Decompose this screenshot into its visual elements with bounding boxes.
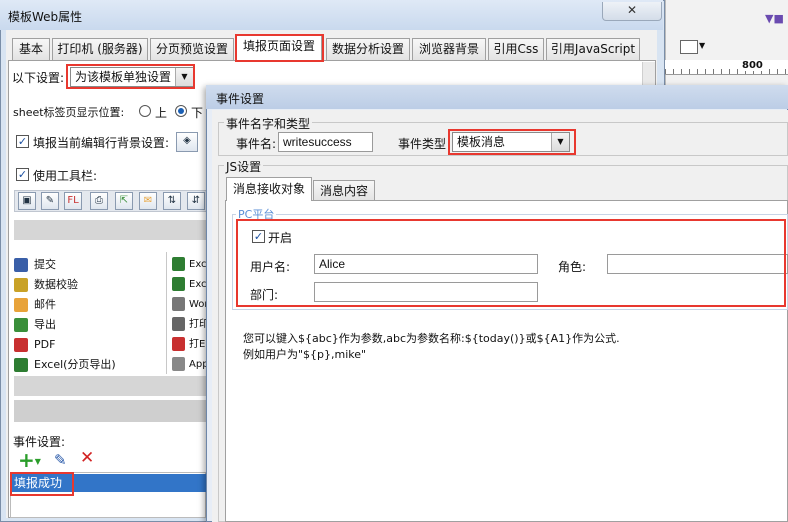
- dialog-title: 事件设置: [216, 92, 265, 106]
- list-separator: [14, 376, 210, 396]
- close-button[interactable]: ✕: [602, 2, 662, 21]
- chevron-down-icon: ▼: [551, 133, 569, 151]
- export-icon: [14, 318, 28, 332]
- use-toolbar-label: 使用工具栏:: [33, 169, 98, 183]
- tab-browser-bg[interactable]: 浏览器背景: [412, 38, 486, 60]
- username-label: 用户名:: [250, 260, 291, 274]
- save-icon[interactable]: ▣: [18, 192, 36, 210]
- insert-row-icon[interactable]: ⇅: [163, 192, 181, 210]
- column-divider: [166, 252, 167, 374]
- help-text-line2: 例如用户为"${p},mike": [243, 348, 367, 361]
- tab-fill-page[interactable]: 填报页面设置: [236, 35, 322, 61]
- list-item[interactable]: Exc: [172, 255, 207, 274]
- delete-row-icon[interactable]: ⇵: [187, 192, 205, 210]
- list-item[interactable]: 提交: [14, 255, 56, 274]
- word-icon: [172, 297, 185, 311]
- pc-group-label: PC平台: [236, 206, 277, 222]
- edit-event-button[interactable]: ✎: [54, 451, 67, 469]
- list-item[interactable]: 导出: [14, 315, 56, 334]
- enable-checkbox[interactable]: ✓: [252, 230, 265, 243]
- flash-print-icon: [172, 337, 185, 351]
- highlight-row-label: 填报当前编辑行背景设置:: [33, 136, 170, 150]
- event-list-item[interactable]: 填报成功: [11, 474, 206, 492]
- list-item[interactable]: PDF: [14, 335, 55, 354]
- radio-bottom-label: 下: [191, 106, 204, 120]
- department-label: 部门:: [250, 288, 279, 302]
- event-type-value: 模板消息: [457, 135, 506, 149]
- department-input[interactable]: [314, 282, 538, 302]
- enable-label: 开启: [268, 231, 293, 245]
- list-item[interactable]: Exc: [172, 275, 207, 294]
- save-icon: [14, 258, 28, 272]
- chevron-down-icon: ▼: [175, 68, 193, 86]
- tab-printer[interactable]: 打印机 (服务器): [52, 38, 148, 60]
- pencil-icon[interactable]: ✎: [41, 192, 59, 210]
- delete-event-button[interactable]: ✕: [80, 448, 94, 468]
- pdf-icon: [14, 338, 28, 352]
- role-label: 角色:: [558, 260, 587, 274]
- excel-icon: [172, 277, 185, 291]
- event-type-combo[interactable]: 模板消息 ▼: [452, 132, 570, 152]
- event-name-input[interactable]: writesuccess: [278, 132, 373, 152]
- name-type-group-label: 事件名字和类型: [224, 115, 313, 132]
- excel-icon: [14, 358, 28, 372]
- tab-message-content[interactable]: 消息内容: [313, 180, 375, 201]
- flash-print-icon[interactable]: FL: [64, 192, 82, 210]
- role-input[interactable]: [607, 254, 788, 274]
- list-item[interactable]: 打E: [172, 335, 205, 354]
- radio-bottom[interactable]: [175, 105, 187, 117]
- export-icon[interactable]: ⇱: [115, 192, 133, 210]
- username-input[interactable]: Alice: [314, 254, 538, 274]
- settings-combo-value: 为该模板单独设置: [75, 70, 172, 84]
- delete-icon: ✕: [80, 448, 95, 468]
- list-item[interactable]: 数据校验: [14, 275, 78, 294]
- toolbar-separator: [14, 220, 210, 240]
- event-type-label: 事件类型: [398, 137, 447, 151]
- help-text-line1: 您可以键入${abc}作为参数,abc为参数名称:${today()}或${A1…: [243, 332, 620, 345]
- mail-icon[interactable]: ✉: [139, 192, 157, 210]
- settings-label: 以下设置:: [12, 71, 65, 85]
- print-icon: [172, 317, 185, 331]
- highlight-row-checkbox[interactable]: ✓: [16, 135, 29, 148]
- applet-icon: [172, 357, 185, 371]
- tab-javascript[interactable]: 引用JavaScript: [546, 38, 640, 60]
- dropdown-icon[interactable]: ▼: [699, 41, 705, 50]
- list-item[interactable]: 打印: [172, 315, 209, 334]
- list-item[interactable]: Excel(分页导出): [14, 355, 116, 374]
- add-event-button[interactable]: +▼: [18, 448, 41, 472]
- border-style-icon[interactable]: [680, 40, 698, 54]
- main-titlebar[interactable]: [0, 0, 663, 30]
- radio-top-label: 上: [155, 106, 168, 120]
- close-icon: ✕: [626, 3, 638, 17]
- ruler: [665, 60, 788, 75]
- list-item[interactable]: App: [172, 355, 209, 374]
- list-item[interactable]: Wor: [172, 295, 209, 314]
- excel-icon: [172, 257, 185, 271]
- list-footer: [14, 400, 210, 422]
- mail-icon: [14, 298, 28, 312]
- sheet-tab-position-label: sheet标签页显示位置:: [13, 106, 125, 119]
- purple-arrow-icon[interactable]: ▼■: [765, 12, 784, 25]
- use-toolbar-checkbox[interactable]: ✓: [16, 168, 29, 181]
- event-name-label: 事件名:: [236, 137, 277, 151]
- tab-css[interactable]: 引用Css: [488, 38, 544, 60]
- tab-basic[interactable]: 基本: [12, 38, 50, 60]
- js-group-label: JS设置: [224, 158, 264, 175]
- tab-page-preview[interactable]: 分页预览设置: [150, 38, 234, 60]
- pencil-icon: ✎: [54, 451, 67, 469]
- main-window-title: 模板Web属性: [8, 10, 83, 24]
- tab-message-receivers[interactable]: 消息接收对象: [226, 177, 312, 201]
- pencil-icon: [14, 278, 28, 292]
- paint-bucket-icon[interactable]: ◈: [176, 132, 198, 152]
- tab-data-analysis[interactable]: 数据分析设置: [326, 38, 410, 60]
- chevron-down-icon: ▼: [34, 457, 41, 466]
- ruler-label: 800: [740, 60, 765, 71]
- dialog-titlebar[interactable]: [206, 85, 788, 109]
- radio-top[interactable]: [139, 105, 151, 117]
- settings-combo[interactable]: 为该模板单独设置 ▼: [70, 67, 194, 87]
- print-icon[interactable]: ⎙: [90, 192, 108, 210]
- list-item[interactable]: 邮件: [14, 295, 56, 314]
